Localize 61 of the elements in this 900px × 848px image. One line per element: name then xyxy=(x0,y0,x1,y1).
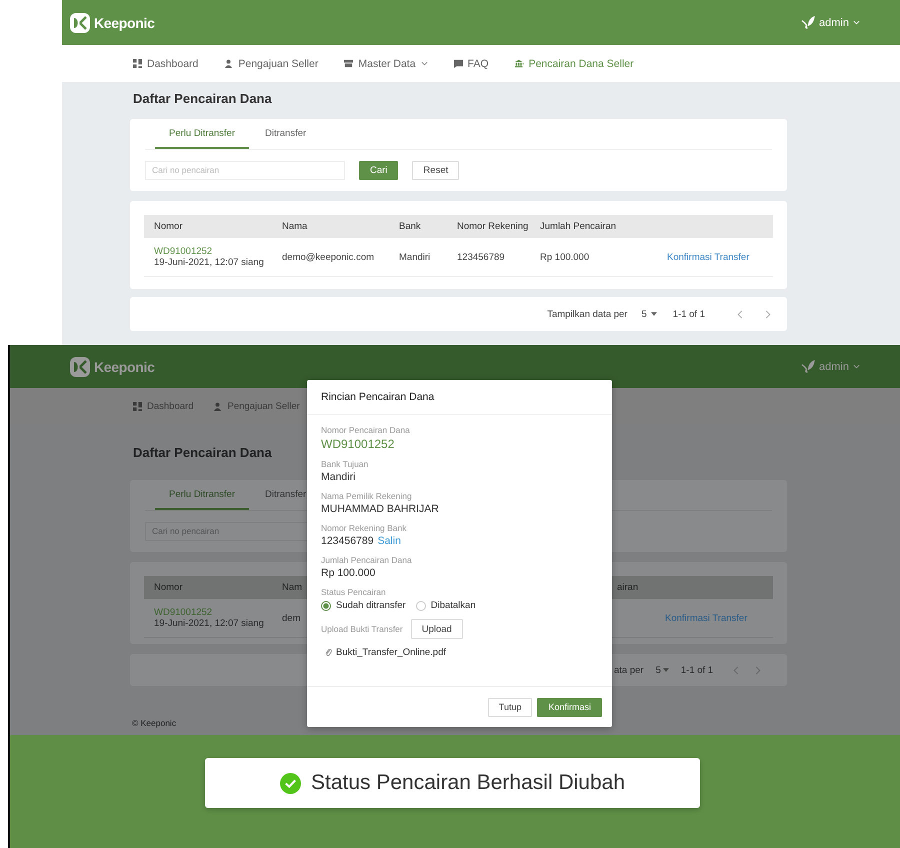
column-header: Nam xyxy=(282,582,302,593)
brand-name: Keeponic xyxy=(94,358,155,374)
table-cell-text: Mandiri xyxy=(398,252,432,262)
confirm-transfer-link[interactable]: Konfirmasi Transfer xyxy=(667,252,772,262)
field-label: Nomor Pencairan Dana xyxy=(321,425,411,435)
file-name[interactable]: Bukti_Transfer_Online.pdf xyxy=(336,647,446,658)
tab[interactable]: Perlu Ditransfer xyxy=(155,480,249,510)
column-header: airan xyxy=(617,582,638,593)
page-title: Daftar Pencairan Dana xyxy=(132,444,272,462)
user-menu[interactable]: admin xyxy=(819,16,849,28)
field-value: Rp 100.000 xyxy=(321,567,376,579)
table-cell-text: Rp 100.000 xyxy=(539,252,590,262)
footer-text: © Keeponic xyxy=(132,718,176,728)
table-cell: dem xyxy=(282,612,300,624)
table-cell-text: 19-Juni-2021, 12:07 siang xyxy=(154,618,265,629)
column-header: Jumlah Pencairan xyxy=(539,221,618,232)
rows-per-page-label: ata per xyxy=(614,664,644,676)
rows-per-page-select[interactable]: 5 xyxy=(641,308,647,320)
nav-item[interactable]: Pengajuan Seller xyxy=(224,58,318,70)
reset-button[interactable]: Reset xyxy=(412,160,460,180)
tab[interactable]: Ditransfer xyxy=(251,119,320,149)
close-button[interactable]: Tutup xyxy=(488,698,532,716)
column-header: Nomor Rekening xyxy=(456,221,530,232)
field-label: Bank Tujuan xyxy=(321,459,370,469)
page-range: 1-1 of 1 xyxy=(680,664,714,676)
tab[interactable]: Perlu Ditransfer xyxy=(155,119,249,149)
dialog-title: Rincian Pencairan Dana xyxy=(307,380,612,415)
column-header: Nomor xyxy=(153,221,184,232)
field-label: Nama Pemilik Rekening xyxy=(321,491,413,501)
nav-item[interactable]: Dashboard xyxy=(133,58,198,70)
table-cell-text: 123456789 xyxy=(456,252,506,262)
field-label: Jumlah Pencairan Dana xyxy=(321,555,413,565)
page-title: Daftar Pencairan Dana xyxy=(132,90,272,108)
copy-link[interactable]: Salin xyxy=(378,535,401,547)
confirm-button[interactable]: Konfirmasi xyxy=(537,698,602,716)
table-cell-text: demo@keeponic.com xyxy=(281,252,376,262)
column-header: Nama xyxy=(281,221,308,232)
table-cell-text: 19-Juni-2021, 12:07 siang xyxy=(154,257,265,268)
column-header: Bank xyxy=(398,221,422,232)
status-radio[interactable]: Sudah ditransfer xyxy=(321,600,406,611)
rows-per-page-select[interactable]: 5 xyxy=(656,664,661,676)
upload-button[interactable]: Upload xyxy=(410,619,463,639)
user-menu[interactable]: admin xyxy=(819,360,849,372)
field-value: MUHAMMAD BAHRIJAR xyxy=(321,503,439,515)
brand-name: Keeponic xyxy=(94,14,155,30)
rows-per-page-label: Tampilkan data per xyxy=(547,308,628,320)
field-value: Mandiri xyxy=(321,471,356,483)
page-range: 1-1 of 1 xyxy=(672,308,705,320)
column-header: Nomor xyxy=(154,582,183,593)
nav-item[interactable]: FAQ xyxy=(454,58,489,70)
withdrawal-number-link[interactable]: WD91001252 xyxy=(154,246,272,257)
toast-message: Status Pencairan Berhasil Diubah xyxy=(310,771,625,795)
nav-item[interactable]: Pencairan Dana Seller xyxy=(514,58,634,70)
nav-item[interactable]: Master Data xyxy=(344,58,428,70)
nav-item[interactable]: Pengajuan Seller xyxy=(213,401,300,412)
status-radio[interactable]: Dibatalkan xyxy=(416,600,476,611)
field-label: Status Pencairan xyxy=(321,587,387,597)
search-button[interactable]: Cari xyxy=(359,160,398,180)
nav-item[interactable]: Dashboard xyxy=(133,401,194,412)
field-label: Upload Bukti Transfer xyxy=(321,624,403,634)
field-value: WD91001252 xyxy=(321,437,394,451)
